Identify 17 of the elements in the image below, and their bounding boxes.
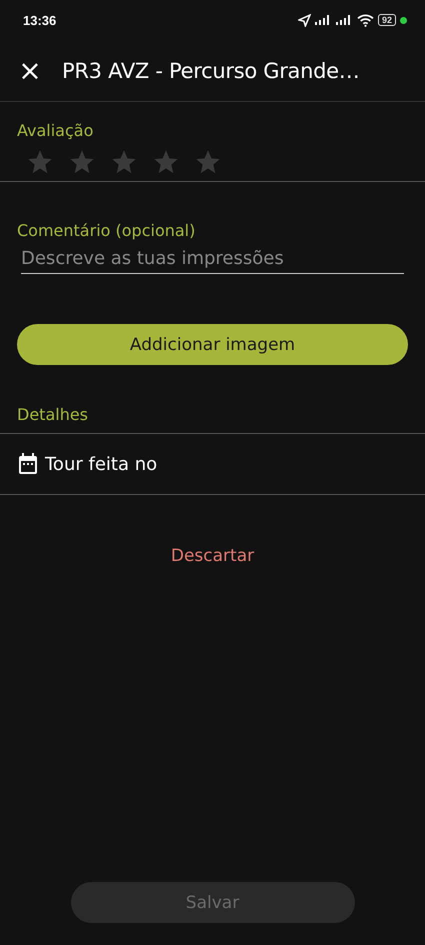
detail-label[interactable]: Tour feita no — [45, 454, 158, 474]
battery-level: 92 — [378, 14, 396, 26]
close-button[interactable]: × — [18, 56, 42, 84]
section-label: Avaliação — [16, 121, 94, 140]
signal-icon — [314, 15, 332, 25]
page-title: PR3 AVZ - Percurso Grande… — [62, 58, 360, 82]
status-dot-icon — [400, 16, 407, 24]
calendar-icon — [18, 453, 38, 475]
clock: 13:36 — [23, 12, 56, 28]
add-image-button[interactable]: Addicionar imagem — [17, 324, 408, 365]
location-icon — [298, 14, 311, 26]
comment-field[interactable]: Descreve as tuas impressões — [21, 246, 404, 274]
section-label: Comentário (opcional) — [16, 221, 196, 240]
wifi-icon — [356, 14, 374, 26]
discard-button[interactable]: Descartar — [164, 545, 260, 567]
section-label: Detalhes — [0, 405, 425, 434]
signal-icon — [336, 15, 353, 25]
